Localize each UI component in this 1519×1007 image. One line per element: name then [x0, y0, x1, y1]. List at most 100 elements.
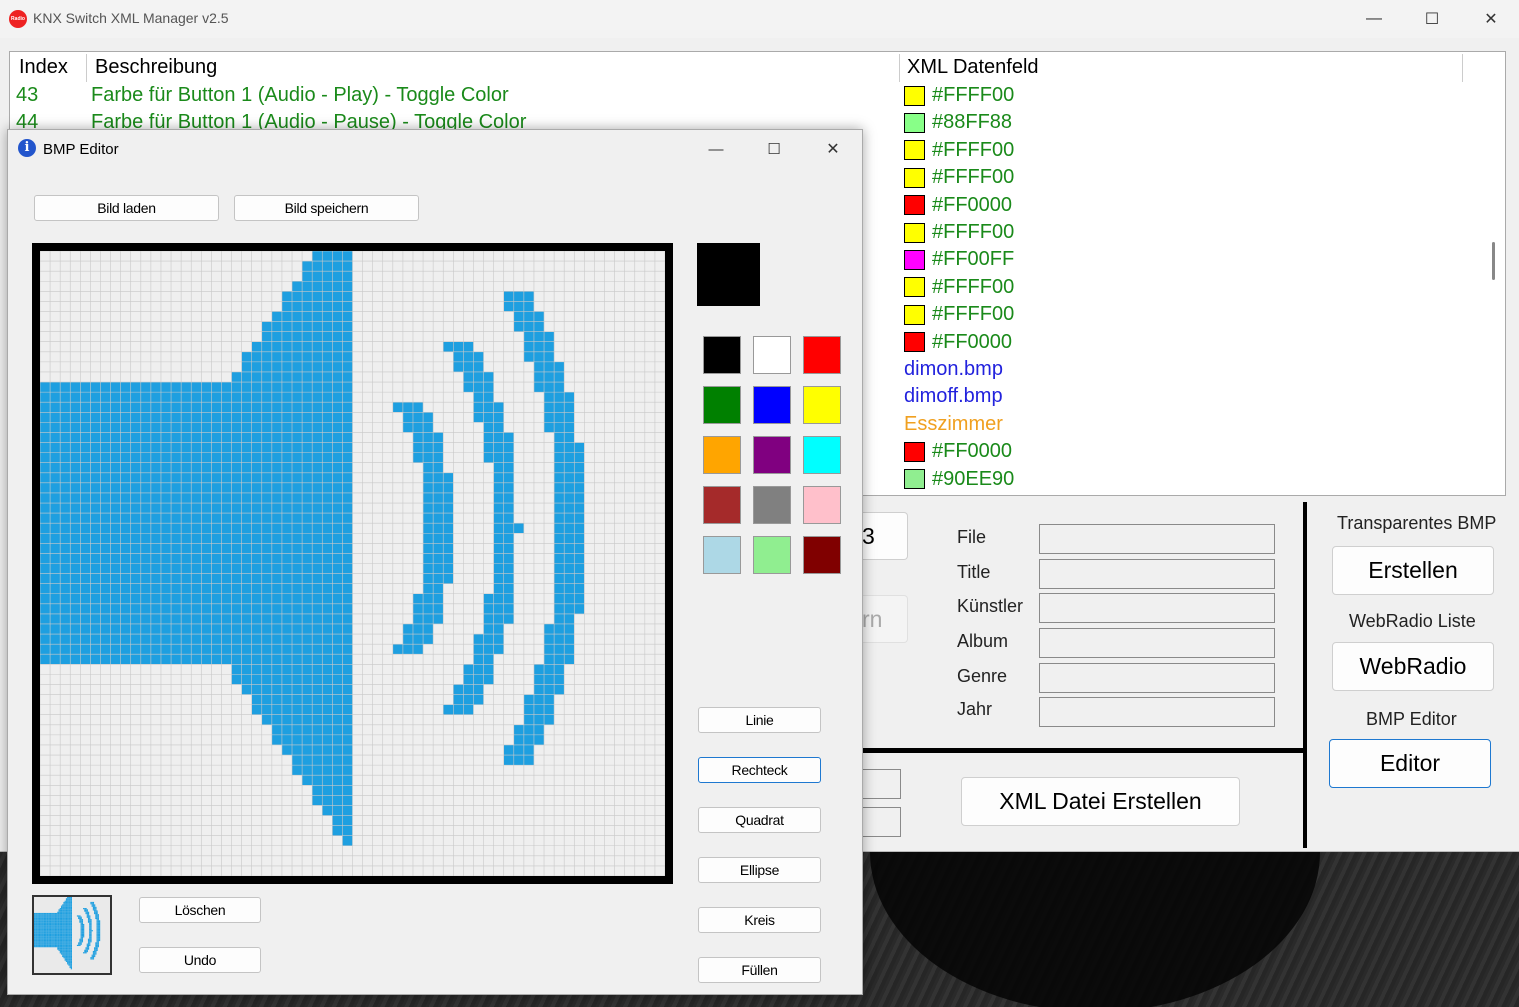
- artist-field[interactable]: [1039, 593, 1275, 623]
- row-xml-value: #FFFF00: [904, 303, 1014, 326]
- color-swatch: [904, 332, 925, 353]
- row-index: 43: [16, 84, 39, 106]
- save-image-button[interactable]: Bild speichern: [234, 195, 419, 221]
- tool-linie-button[interactable]: Linie: [698, 707, 821, 733]
- webradio-button[interactable]: WebRadio: [1332, 642, 1494, 691]
- palette-color[interactable]: [703, 436, 741, 474]
- palette-color[interactable]: [803, 536, 841, 574]
- color-swatch: [904, 140, 925, 161]
- pixel-canvas[interactable]: [32, 243, 673, 884]
- tool-füllen-button[interactable]: Füllen: [698, 957, 821, 983]
- small-input-2[interactable]: [862, 807, 901, 837]
- tool-kreis-button[interactable]: Kreis: [698, 907, 821, 933]
- xml-value-text: #FF0000: [932, 440, 1013, 463]
- color-swatch: [904, 85, 925, 106]
- speaker-icon: [34, 897, 101, 970]
- row-xml-value: #FFFF00: [904, 276, 1014, 299]
- row-xml-value: #FF00FF: [904, 248, 1014, 271]
- current-color-swatch: [697, 243, 760, 306]
- column-header-description[interactable]: Beschreibung: [95, 56, 217, 79]
- create-xml-button[interactable]: XML Datei Erstellen: [961, 777, 1240, 826]
- palette-color[interactable]: [753, 486, 791, 524]
- table-row[interactable]: 43 Farbe für Button 1 (Audio - Play) - To…: [10, 84, 1505, 111]
- palette-color[interactable]: [753, 536, 791, 574]
- xml-value-text: #90EE90: [932, 467, 1015, 490]
- xml-value-text: #FF0000: [932, 193, 1013, 216]
- xml-value-text: #88FF88: [932, 111, 1013, 134]
- transparent-bmp-label: Transparentes BMP: [1337, 513, 1497, 533]
- palette-color[interactable]: [703, 336, 741, 374]
- title-label: Title: [957, 562, 991, 582]
- file-label: File: [957, 527, 987, 547]
- column-divider[interactable]: [86, 54, 87, 82]
- row-xml-value: #FF0000: [904, 194, 1012, 217]
- file-field[interactable]: [1039, 524, 1275, 554]
- row-xml-value: #FFFF00: [904, 139, 1014, 162]
- create-transparent-bmp-button[interactable]: Erstellen: [1332, 546, 1494, 595]
- palette-color[interactable]: [803, 336, 841, 374]
- palette-color[interactable]: [753, 436, 791, 474]
- genre-field[interactable]: [1039, 663, 1275, 693]
- xml-value-text: #FFFF00: [932, 221, 1015, 243]
- bmp-editor-title: BMP Editor: [43, 141, 119, 158]
- palette-color[interactable]: [703, 536, 741, 574]
- xml-value-text: #FFFF00: [932, 275, 1015, 298]
- palette-color[interactable]: [803, 486, 841, 524]
- partial-button[interactable]: 3: [862, 512, 908, 560]
- minimize-icon[interactable]: —: [701, 134, 731, 164]
- tool-ellipse-button[interactable]: Ellipse: [698, 857, 821, 883]
- column-divider[interactable]: [899, 54, 900, 82]
- column-divider[interactable]: [1462, 54, 1463, 82]
- color-swatch: [904, 222, 925, 243]
- panel-divider: [1303, 502, 1307, 848]
- color-swatch: [904, 304, 925, 325]
- album-label: Album: [957, 631, 1009, 651]
- palette-color[interactable]: [803, 436, 841, 474]
- clear-button[interactable]: Löschen: [139, 897, 261, 923]
- row-xml-value: #FFFF00: [904, 84, 1014, 107]
- app-icon: Radio: [9, 10, 27, 28]
- window-title: KNX Switch XML Manager v2.5: [33, 10, 229, 26]
- row-xml-value: #FFFF00: [904, 221, 1014, 244]
- color-swatch: [904, 277, 925, 298]
- palette-color[interactable]: [703, 486, 741, 524]
- palette-color[interactable]: [803, 386, 841, 424]
- webradio-list-label: WebRadio Liste: [1349, 611, 1476, 631]
- column-header-index[interactable]: Index: [19, 56, 68, 79]
- tool-quadrat-button[interactable]: Quadrat: [698, 807, 821, 833]
- vertical-scrollbar[interactable]: [1492, 242, 1495, 280]
- palette-color[interactable]: [703, 386, 741, 424]
- album-field[interactable]: [1039, 628, 1275, 658]
- xml-value-text: dimoff.bmp: [904, 385, 1003, 408]
- maximize-icon[interactable]: ☐: [1417, 4, 1447, 34]
- row-xml-value: dimon.bmp: [904, 358, 1003, 381]
- row-xml-value: #FFFF00: [904, 166, 1014, 189]
- title-field[interactable]: [1039, 559, 1275, 589]
- color-swatch: [904, 195, 925, 216]
- artist-label: Künstler: [957, 596, 1024, 616]
- palette-color[interactable]: [753, 336, 791, 374]
- pixel-grid[interactable]: [40, 251, 665, 876]
- small-input-1[interactable]: [862, 769, 901, 799]
- close-icon[interactable]: ✕: [1476, 4, 1506, 34]
- load-image-button[interactable]: Bild laden: [34, 195, 219, 221]
- close-icon[interactable]: ✕: [818, 134, 848, 164]
- bmp-editor-window: i BMP Editor — ☐ ✕ Bild laden Bild speic…: [7, 129, 863, 995]
- row-xml-value: Esszimmer: [904, 413, 1003, 436]
- tool-rechteck-button[interactable]: Rechteck: [698, 757, 821, 783]
- palette-color[interactable]: [753, 386, 791, 424]
- minimize-icon[interactable]: —: [1359, 4, 1389, 34]
- row-xml-value: #FF0000: [904, 440, 1012, 463]
- year-field[interactable]: [1039, 697, 1275, 727]
- xml-value-text: #FFFF00: [932, 84, 1015, 106]
- panel-divider: [862, 748, 1305, 753]
- title-bar: Radio KNX Switch XML Manager v2.5 — ☐ ✕: [0, 0, 1519, 38]
- xml-value-text: #FF00FF: [932, 248, 1015, 271]
- maximize-icon[interactable]: ☐: [759, 134, 789, 164]
- column-header-xml[interactable]: XML Datenfeld: [907, 56, 1039, 79]
- row-xml-value: #FF0000: [904, 331, 1012, 354]
- partial-disabled-button[interactable]: rn: [862, 595, 908, 643]
- undo-button[interactable]: Undo: [139, 947, 261, 973]
- editor-button[interactable]: Editor: [1329, 739, 1491, 788]
- xml-value-text: #FFFF00: [932, 166, 1015, 189]
